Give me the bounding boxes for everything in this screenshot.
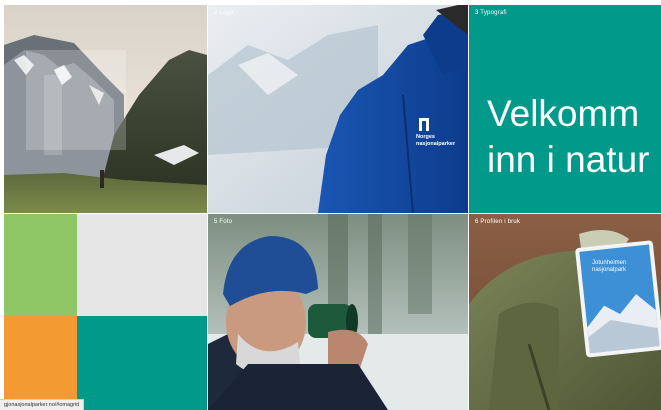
- man-with-cup-image: [208, 214, 468, 410]
- profile-in-use-tile[interactable]: 6 Profilen i bruk Jotunheimen nasjonalpa…: [469, 214, 661, 410]
- nasjonalpark-logo-icon: [419, 118, 429, 131]
- blue-jacket-image: [208, 5, 468, 213]
- typography-tile[interactable]: 3 Typografi Velkomm inn i natur: [469, 5, 661, 213]
- status-bar-url: gjonasjonalparker.no/#omagrid: [0, 399, 85, 410]
- profile-grid: 2 Logo Norges nasjonalparker 3 Typografi…: [0, 0, 661, 410]
- backpack-with-book-image: [469, 214, 661, 410]
- swatch-orange: [4, 316, 77, 410]
- swatch-green: [4, 214, 77, 316]
- swatch-light-gray: [77, 214, 207, 316]
- colors-tile[interactable]: [4, 214, 207, 410]
- tile-label: 5 Foto: [214, 219, 233, 225]
- typography-line2: inn i natur: [487, 139, 650, 180]
- mountain-photo-tile[interactable]: [4, 5, 207, 213]
- swatch-teal: [77, 316, 207, 410]
- tile-label: 6 Profilen i bruk: [475, 219, 521, 225]
- photo-tile[interactable]: 5 Foto: [208, 214, 468, 410]
- mountain-landscape-image: [4, 5, 207, 213]
- tile-label: 2 Logo: [214, 10, 234, 16]
- typography-sample: Velkomm inn i natur: [487, 91, 650, 183]
- book-title-line1: Jotunheimen: [592, 260, 627, 266]
- logo-tile[interactable]: 2 Logo Norges nasjonalparker: [208, 5, 468, 213]
- tile-label: 3 Typografi: [475, 10, 507, 16]
- brand-name-line1: Norges: [416, 134, 435, 140]
- typography-line1: Velkomm: [487, 93, 640, 134]
- book-title-line2: nasjonalpark: [592, 267, 627, 273]
- brand-name-line2: nasjonalparker: [416, 141, 456, 147]
